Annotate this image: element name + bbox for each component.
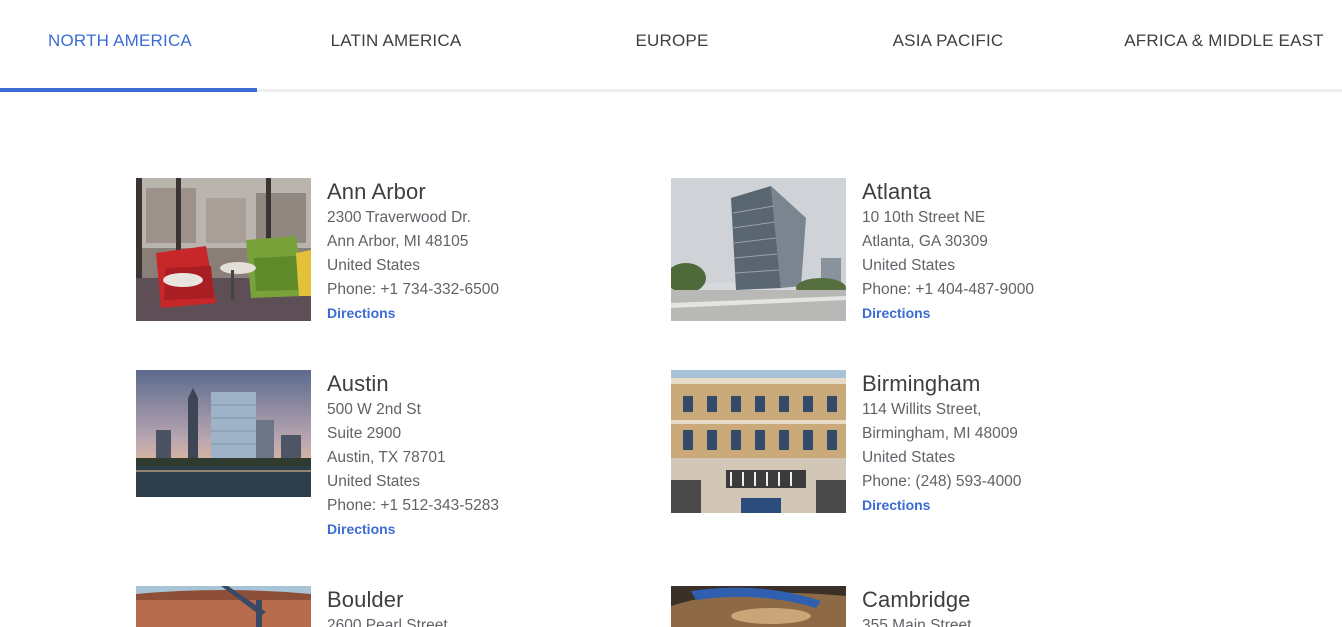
address-line: 2600 Pearl Street: [327, 617, 448, 627]
office-city: Cambridge: [862, 587, 971, 612]
office-photo-atlanta: [671, 178, 846, 321]
directions-link[interactable]: Directions: [327, 302, 395, 324]
directions-link[interactable]: Directions: [327, 518, 395, 540]
address-line: 500 W 2nd St: [327, 401, 421, 418]
phone-line: Phone: (248) 593-4000: [862, 473, 1022, 490]
office-photo-ann-arbor: [136, 178, 311, 321]
active-tab-indicator: [0, 88, 257, 92]
office-info-boulder: Boulder 2600 Pearl Street: [327, 586, 616, 627]
office-info-austin: Austin 500 W 2nd St Suite 2900 Austin, T…: [327, 370, 627, 540]
address-line: Austin, TX 78701: [327, 449, 446, 466]
office-photo-boulder: [136, 586, 311, 627]
address-line: United States: [327, 257, 421, 274]
region-tabs: NORTH AMERICA LATIN AMERICA EUROPE ASIA …: [0, 0, 1342, 92]
tab-latin-america[interactable]: LATIN AMERICA: [276, 0, 516, 89]
address-line: Ann Arbor, MI 48105: [327, 233, 469, 250]
office-photo-cambridge: [671, 586, 846, 627]
office-info-ann-arbor: Ann Arbor 2300 Traverwood Dr. Ann Arbor,…: [327, 178, 627, 324]
address-line: Suite 2900: [327, 425, 402, 442]
office-info-birmingham: Birmingham 114 Willits Street, Birmingha…: [862, 370, 1162, 516]
address-line: United States: [327, 473, 421, 490]
office-city: Atlanta: [862, 179, 932, 204]
office-city: Ann Arbor: [327, 179, 426, 204]
tab-asia-pacific[interactable]: ASIA PACIFIC: [828, 0, 1068, 89]
phone-line: Phone: +1 404-487-9000: [862, 281, 1034, 298]
address-line: Birmingham, MI 48009: [862, 425, 1018, 442]
office-card-boulder: Boulder 2600 Pearl Street: [136, 586, 616, 627]
office-photo-birmingham: [671, 370, 846, 513]
directions-link[interactable]: Directions: [862, 302, 930, 324]
phone-line: Phone: +1 734-332-6500: [327, 281, 499, 298]
address-line: United States: [862, 257, 956, 274]
office-photo-austin: [136, 370, 311, 497]
directions-link[interactable]: Directions: [862, 494, 930, 516]
address-line: 355 Main Street: [862, 617, 972, 627]
office-info-cambridge: Cambridge 355 Main Street: [862, 586, 1151, 627]
tab-north-america[interactable]: NORTH AMERICA: [0, 0, 240, 89]
office-city: Birmingham: [862, 371, 981, 396]
office-city: Austin: [327, 371, 389, 396]
office-card-cambridge: Cambridge 355 Main Street: [671, 586, 1151, 627]
office-city: Boulder: [327, 587, 404, 612]
tab-europe[interactable]: EUROPE: [552, 0, 792, 89]
address-line: Atlanta, GA 30309: [862, 233, 988, 250]
tab-africa-middle-east[interactable]: AFRICA & MIDDLE EAST: [1104, 0, 1342, 89]
address-line: 10 10th Street NE: [862, 209, 986, 226]
address-line: 2300 Traverwood Dr.: [327, 209, 471, 226]
office-info-atlanta: Atlanta 10 10th Street NE Atlanta, GA 30…: [862, 178, 1162, 324]
address-line: 114 Willits Street,: [862, 401, 982, 418]
address-line: United States: [862, 449, 956, 466]
phone-line: Phone: +1 512-343-5283: [327, 497, 499, 514]
